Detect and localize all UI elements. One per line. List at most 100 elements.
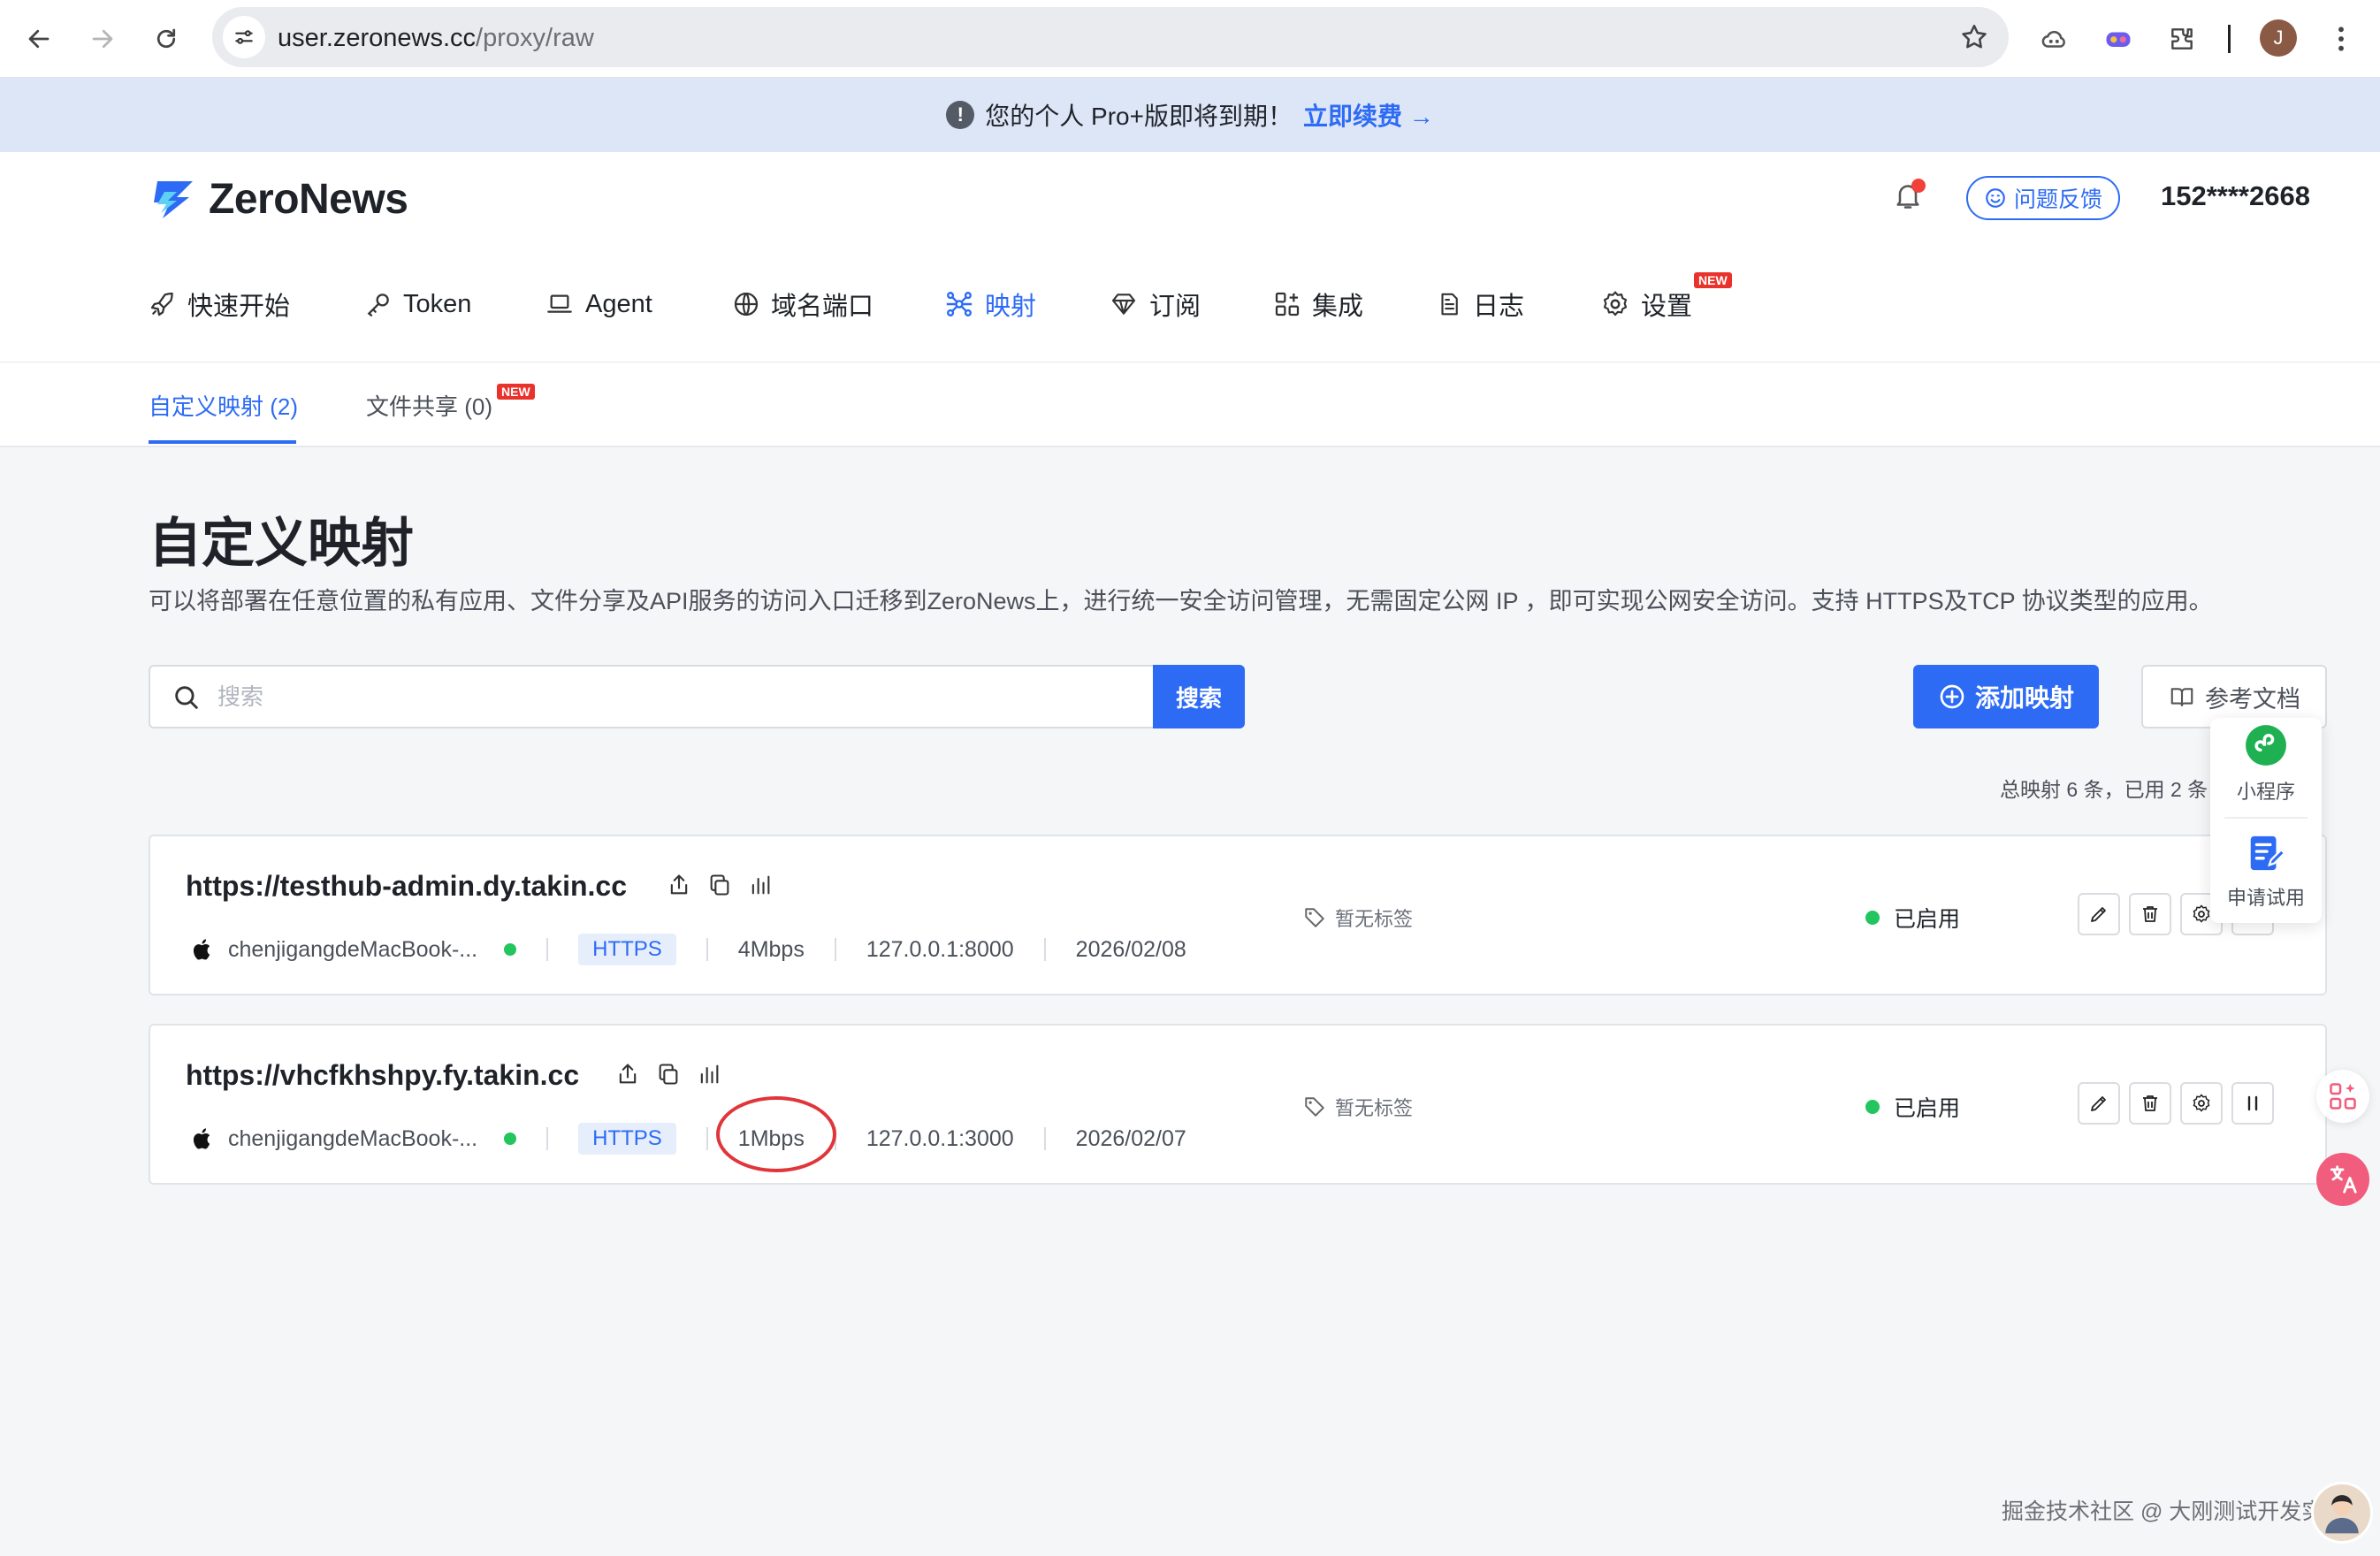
- delete-button[interactable]: [2129, 1082, 2171, 1125]
- nav-item-quick-start[interactable]: 快速开始: [149, 285, 290, 324]
- mapping-url[interactable]: https://vhcfkhshpy.fy.takin.cc: [186, 1059, 579, 1092]
- nav-item-settings[interactable]: 设置: [1600, 285, 1692, 324]
- account-phone[interactable]: 152****2668: [2161, 180, 2310, 212]
- feedback-button[interactable]: 问题反馈: [1966, 176, 2120, 220]
- nav-item-token[interactable]: Token: [364, 285, 471, 324]
- share-icon[interactable]: [615, 1061, 640, 1087]
- address-bar[interactable]: user.zeronews.cc/proxy/raw: [212, 7, 2009, 67]
- mini-program-button[interactable]: 小程序: [2210, 723, 2322, 805]
- forward-button[interactable]: [81, 18, 124, 60]
- share-icon[interactable]: [667, 872, 691, 898]
- mapping-tag[interactable]: 暂无标签: [1303, 904, 1413, 932]
- mapping-url[interactable]: https://testhub-admin.dy.takin.cc: [186, 870, 627, 903]
- add-mapping-button[interactable]: 添加映射: [1913, 665, 2099, 728]
- mapping-card: https://vhcfkhshpy.fy.takin.cc chenjigan…: [149, 1024, 2327, 1185]
- tag-icon: [1305, 908, 1324, 927]
- copy-icon[interactable]: [707, 872, 732, 898]
- back-button[interactable]: [18, 18, 60, 60]
- extension-button[interactable]: [2033, 18, 2076, 60]
- nav-label: Agent: [585, 289, 652, 318]
- mini-program-icon: [2246, 725, 2286, 766]
- plus-circle-icon: [1940, 684, 1964, 709]
- mapping-meta: chenjigangdeMacBook-... HTTPS 4Mbps 127.…: [189, 932, 1186, 967]
- nav-item-logs[interactable]: 日志: [1436, 285, 1524, 324]
- tab-custom-mapping[interactable]: 自定义映射 (2): [149, 389, 298, 422]
- settings-button[interactable]: [2180, 1082, 2223, 1125]
- apply-trial-button[interactable]: 申请试用: [2210, 833, 2322, 911]
- pause-button[interactable]: [2231, 1082, 2274, 1125]
- bar-chart-icon[interactable]: [748, 872, 773, 898]
- vr-extension-icon: [2106, 32, 2131, 47]
- star-icon: [1962, 24, 1987, 49]
- created-date: 2026/02/08: [1075, 936, 1186, 962]
- network-icon: [946, 292, 973, 317]
- trash-icon: [2143, 1095, 2157, 1111]
- tag-label: 暂无标签: [1335, 908, 1414, 930]
- puzzle-icon: [2171, 28, 2193, 50]
- divider: [2224, 817, 2308, 819]
- url-text: user.zeronews.cc/proxy/raw: [278, 24, 594, 53]
- book-icon: [2170, 688, 2193, 707]
- trash-icon: [2143, 906, 2157, 922]
- brand-name: ZeroNews: [209, 176, 408, 223]
- search-icon: [175, 686, 198, 709]
- new-badge: NEW: [1694, 272, 1732, 288]
- edit-button[interactable]: [2078, 1082, 2120, 1125]
- zeronews-logo[interactable]: ZeroNews: [149, 175, 408, 224]
- nav-item-integration[interactable]: 集成: [1273, 285, 1363, 324]
- site-info-button[interactable]: [223, 16, 265, 58]
- agent-online-dot: [504, 1133, 517, 1145]
- apple-icon: [193, 1128, 210, 1149]
- diamond-icon: [1111, 294, 1136, 315]
- gear-icon: [2193, 1094, 2210, 1112]
- nav-item-domain-port[interactable]: 域名端口: [732, 285, 873, 324]
- nav-item-subscription[interactable]: 订阅: [1109, 285, 1201, 324]
- nav-item-agent[interactable]: Agent: [545, 285, 652, 324]
- notification-dot: [1911, 179, 1926, 193]
- copy-icon[interactable]: [656, 1061, 681, 1087]
- profile-avatar[interactable]: J: [2260, 19, 2297, 57]
- nav-label: 域名端口: [771, 293, 874, 321]
- rocket-icon: [150, 292, 173, 317]
- form-edit-icon: [2250, 835, 2286, 871]
- translate-button[interactable]: [2316, 1153, 2369, 1206]
- watermark-text: 掘金技术社区 @ 大刚测试开发实战: [2002, 1499, 2346, 1524]
- search-box: 搜索: [149, 665, 1245, 728]
- widget-grid-button[interactable]: [2316, 1070, 2369, 1123]
- extensions-menu-button[interactable]: [2161, 18, 2203, 60]
- annotation-circle: [716, 1096, 836, 1172]
- gear-icon: [2193, 904, 2210, 923]
- nav-label: 集成: [1312, 293, 1364, 321]
- nav-label: Token: [403, 289, 472, 318]
- toolbar-divider: [2228, 25, 2231, 53]
- alert-icon: !: [946, 101, 975, 129]
- delete-button[interactable]: [2129, 893, 2171, 935]
- separator: [546, 1127, 549, 1150]
- mapping-status: 已启用: [1865, 902, 1960, 934]
- tab-file-share[interactable]: 文件共享 (0): [366, 389, 492, 422]
- reload-button[interactable]: [145, 18, 187, 60]
- search-button[interactable]: 搜索: [1153, 665, 1245, 728]
- add-mapping-label: 添加映射: [1974, 684, 2074, 712]
- extension-button[interactable]: [2097, 18, 2140, 60]
- mapping-tag[interactable]: 暂无标签: [1303, 1093, 1413, 1121]
- protocol-badge: HTTPS: [578, 934, 676, 965]
- feedback-label: 问题反馈: [2013, 187, 2102, 212]
- local-address: 127.0.0.1:3000: [866, 1125, 1014, 1151]
- protocol-badge: HTTPS: [578, 1123, 676, 1155]
- active-tab-indicator: [149, 440, 296, 444]
- notification-bell-button[interactable]: [1892, 179, 1927, 214]
- document-icon: [1441, 293, 1458, 316]
- search-input[interactable]: [217, 679, 1102, 714]
- mapping-card: https://testhub-admin.dy.takin.cc chenji…: [149, 835, 2327, 995]
- pause-icon: [2247, 1095, 2258, 1111]
- nav-label: 映射: [985, 293, 1037, 321]
- nav-item-mapping[interactable]: 映射: [944, 285, 1036, 324]
- renew-link[interactable]: 立即续费 →: [1303, 97, 1434, 133]
- edit-button[interactable]: [2078, 893, 2120, 935]
- bar-chart-icon[interactable]: [697, 1061, 721, 1087]
- mini-program-label: 小程序: [2236, 781, 2295, 803]
- browser-menu-button[interactable]: [2320, 18, 2362, 60]
- bookmark-star-button[interactable]: [1959, 22, 1989, 52]
- apply-trial-label: 申请试用: [2226, 887, 2305, 909]
